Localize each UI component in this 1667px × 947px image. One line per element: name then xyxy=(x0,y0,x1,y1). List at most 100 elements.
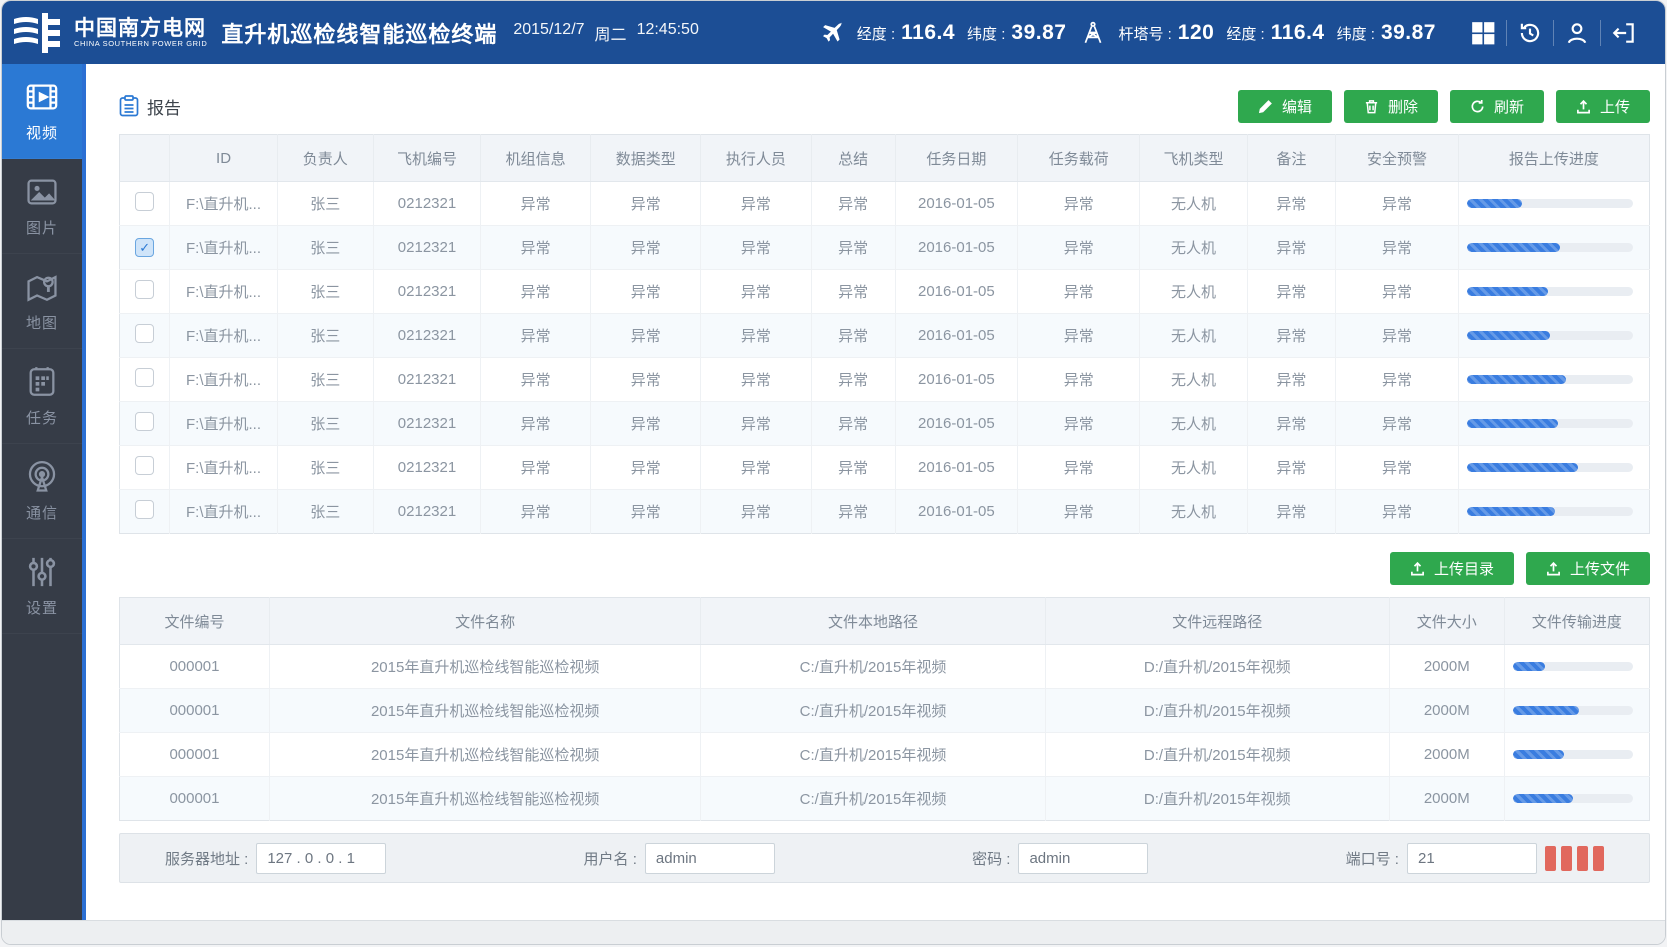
table-row[interactable]: ✓F:\直升机...张三0212321异常异常异常异常2016-01-05异常无… xyxy=(120,226,1650,270)
table-row[interactable]: 0000012015年直升机巡检线智能巡检视频C:/直升机/2015年视频D:/… xyxy=(120,777,1650,821)
cell-id: F:\直升机... xyxy=(170,446,277,490)
cell-id: F:\直升机... xyxy=(170,270,277,314)
cell-payload: 异常 xyxy=(1018,402,1140,446)
table-row[interactable]: 0000012015年直升机巡检线智能巡检视频C:/直升机/2015年视频D:/… xyxy=(120,689,1650,733)
cell-progress xyxy=(1458,270,1649,314)
progress-bar xyxy=(1467,419,1633,428)
cell-remark: 异常 xyxy=(1247,446,1336,490)
brand: 中国南方电网 CHINA SOUTHERN POWER GRID xyxy=(12,11,207,55)
cell-check xyxy=(120,446,170,490)
broadcast-icon xyxy=(25,460,59,494)
clipboard-icon xyxy=(119,95,139,117)
windows-icon[interactable] xyxy=(1460,18,1506,48)
brand-name-cn: 中国南方电网 xyxy=(74,18,207,40)
cell-atype: 无人机 xyxy=(1140,182,1247,226)
cell-id: F:\直升机... xyxy=(170,226,277,270)
sidebar-item-tasks[interactable]: 任务 xyxy=(2,349,82,444)
column-header-name: 文件名称 xyxy=(269,598,700,645)
column-header-crew: 机组信息 xyxy=(481,135,591,182)
signal-bar xyxy=(1545,846,1556,871)
cell-executor: 异常 xyxy=(701,226,811,270)
cell-dtype: 异常 xyxy=(591,446,701,490)
history-icon[interactable] xyxy=(1507,18,1553,48)
cell-crew: 异常 xyxy=(481,402,591,446)
table-row[interactable]: 0000012015年直升机巡检线智能巡检视频C:/直升机/2015年视频D:/… xyxy=(120,645,1650,689)
cell-remote: D:/直升机/2015年视频 xyxy=(1045,645,1389,689)
column-header-id: ID xyxy=(170,135,277,182)
row-checkbox[interactable] xyxy=(135,324,154,343)
table-row[interactable]: F:\直升机...张三0212321异常异常异常异常2016-01-05异常无人… xyxy=(120,490,1650,534)
table-row[interactable]: F:\直升机...张三0212321异常异常异常异常2016-01-05异常无人… xyxy=(120,446,1650,490)
delete-button[interactable]: 删除 xyxy=(1344,90,1438,123)
cell-summary: 异常 xyxy=(811,446,895,490)
cell-remote: D:/直升机/2015年视频 xyxy=(1045,733,1389,777)
sidebar-item-video[interactable]: 视频 xyxy=(2,64,82,159)
cell-no: 000001 xyxy=(120,645,270,689)
sidebar-item-label: 设置 xyxy=(26,597,58,618)
report-section-label: 报告 xyxy=(147,94,181,119)
cell-id: F:\直升机... xyxy=(170,490,277,534)
cell-owner: 张三 xyxy=(277,270,373,314)
cell-progress xyxy=(1458,446,1649,490)
tower-position: 杆塔号 : 120 经度 : 116.4 纬度 : 39.87 xyxy=(1080,20,1436,46)
password-group: 密码 : xyxy=(972,843,1148,874)
cell-remark: 异常 xyxy=(1247,490,1336,534)
upload-file-button[interactable]: 上传文件 xyxy=(1526,552,1650,585)
row-checkbox[interactable]: ✓ xyxy=(135,238,154,257)
refresh-button[interactable]: 刷新 xyxy=(1450,90,1544,123)
row-checkbox[interactable] xyxy=(135,368,154,387)
sidebar-item-images[interactable]: 图片 xyxy=(2,159,82,254)
progress-bar xyxy=(1467,243,1633,252)
column-header-plane: 飞机编号 xyxy=(373,135,480,182)
username-input[interactable] xyxy=(645,843,775,874)
cell-check xyxy=(120,182,170,226)
row-checkbox[interactable] xyxy=(135,192,154,211)
sidebar-item-map[interactable]: 地图 xyxy=(2,254,82,349)
row-checkbox[interactable] xyxy=(135,280,154,299)
cell-no: 000001 xyxy=(120,689,270,733)
password-input[interactable] xyxy=(1018,843,1148,874)
signal-indicator xyxy=(1545,846,1604,871)
table-row[interactable]: F:\直升机...张三0212321异常异常异常异常2016-01-05异常无人… xyxy=(120,358,1650,402)
cell-payload: 异常 xyxy=(1018,270,1140,314)
column-header-payload: 任务载荷 xyxy=(1018,135,1140,182)
cell-warning: 异常 xyxy=(1336,490,1458,534)
progress-fill xyxy=(1467,243,1560,252)
cell-name: 2015年直升机巡检线智能巡检视频 xyxy=(269,689,700,733)
server-address-input[interactable] xyxy=(256,843,386,874)
column-header-check xyxy=(120,135,170,182)
row-checkbox[interactable] xyxy=(135,500,154,519)
port-input[interactable] xyxy=(1407,843,1537,874)
cell-executor: 异常 xyxy=(701,358,811,402)
table-row[interactable]: 0000012015年直升机巡检线智能巡检视频C:/直升机/2015年视频D:/… xyxy=(120,733,1650,777)
cell-date: 2016-01-05 xyxy=(895,358,1017,402)
logout-icon[interactable] xyxy=(1601,18,1647,48)
sidebar-item-label: 通信 xyxy=(26,502,58,523)
port-group: 端口号 : xyxy=(1346,843,1604,874)
table-row[interactable]: F:\直升机...张三0212321异常异常异常异常2016-01-05异常无人… xyxy=(120,314,1650,358)
row-checkbox[interactable] xyxy=(135,456,154,475)
progress-fill xyxy=(1467,199,1522,208)
sidebar-item-comm[interactable]: 通信 xyxy=(2,444,82,539)
upload-directory-button[interactable]: 上传目录 xyxy=(1390,552,1514,585)
cell-executor: 异常 xyxy=(701,182,811,226)
sidebar-item-settings[interactable]: 设置 xyxy=(2,539,82,634)
cell-warning: 异常 xyxy=(1336,270,1458,314)
row-checkbox[interactable] xyxy=(135,412,154,431)
progress-fill xyxy=(1467,331,1550,340)
user-icon[interactable] xyxy=(1554,18,1600,48)
cell-size: 2000M xyxy=(1389,689,1504,733)
edit-button[interactable]: 编辑 xyxy=(1238,90,1332,123)
cell-size: 2000M xyxy=(1389,645,1504,689)
table-row[interactable]: F:\直升机...张三0212321异常异常异常异常2016-01-05异常无人… xyxy=(120,402,1650,446)
cell-owner: 张三 xyxy=(277,446,373,490)
map-icon xyxy=(25,270,59,304)
upload-icon xyxy=(1410,561,1425,576)
cell-no: 000001 xyxy=(120,777,270,821)
table-row[interactable]: F:\直升机...张三0212321异常异常异常异常2016-01-05异常无人… xyxy=(120,270,1650,314)
tower-icon xyxy=(1080,20,1106,46)
upload-button[interactable]: 上传 xyxy=(1556,90,1650,123)
table-row[interactable]: F:\直升机...张三0212321异常异常异常异常2016-01-05异常无人… xyxy=(120,182,1650,226)
cell-atype: 无人机 xyxy=(1140,314,1247,358)
cell-progress xyxy=(1458,358,1649,402)
